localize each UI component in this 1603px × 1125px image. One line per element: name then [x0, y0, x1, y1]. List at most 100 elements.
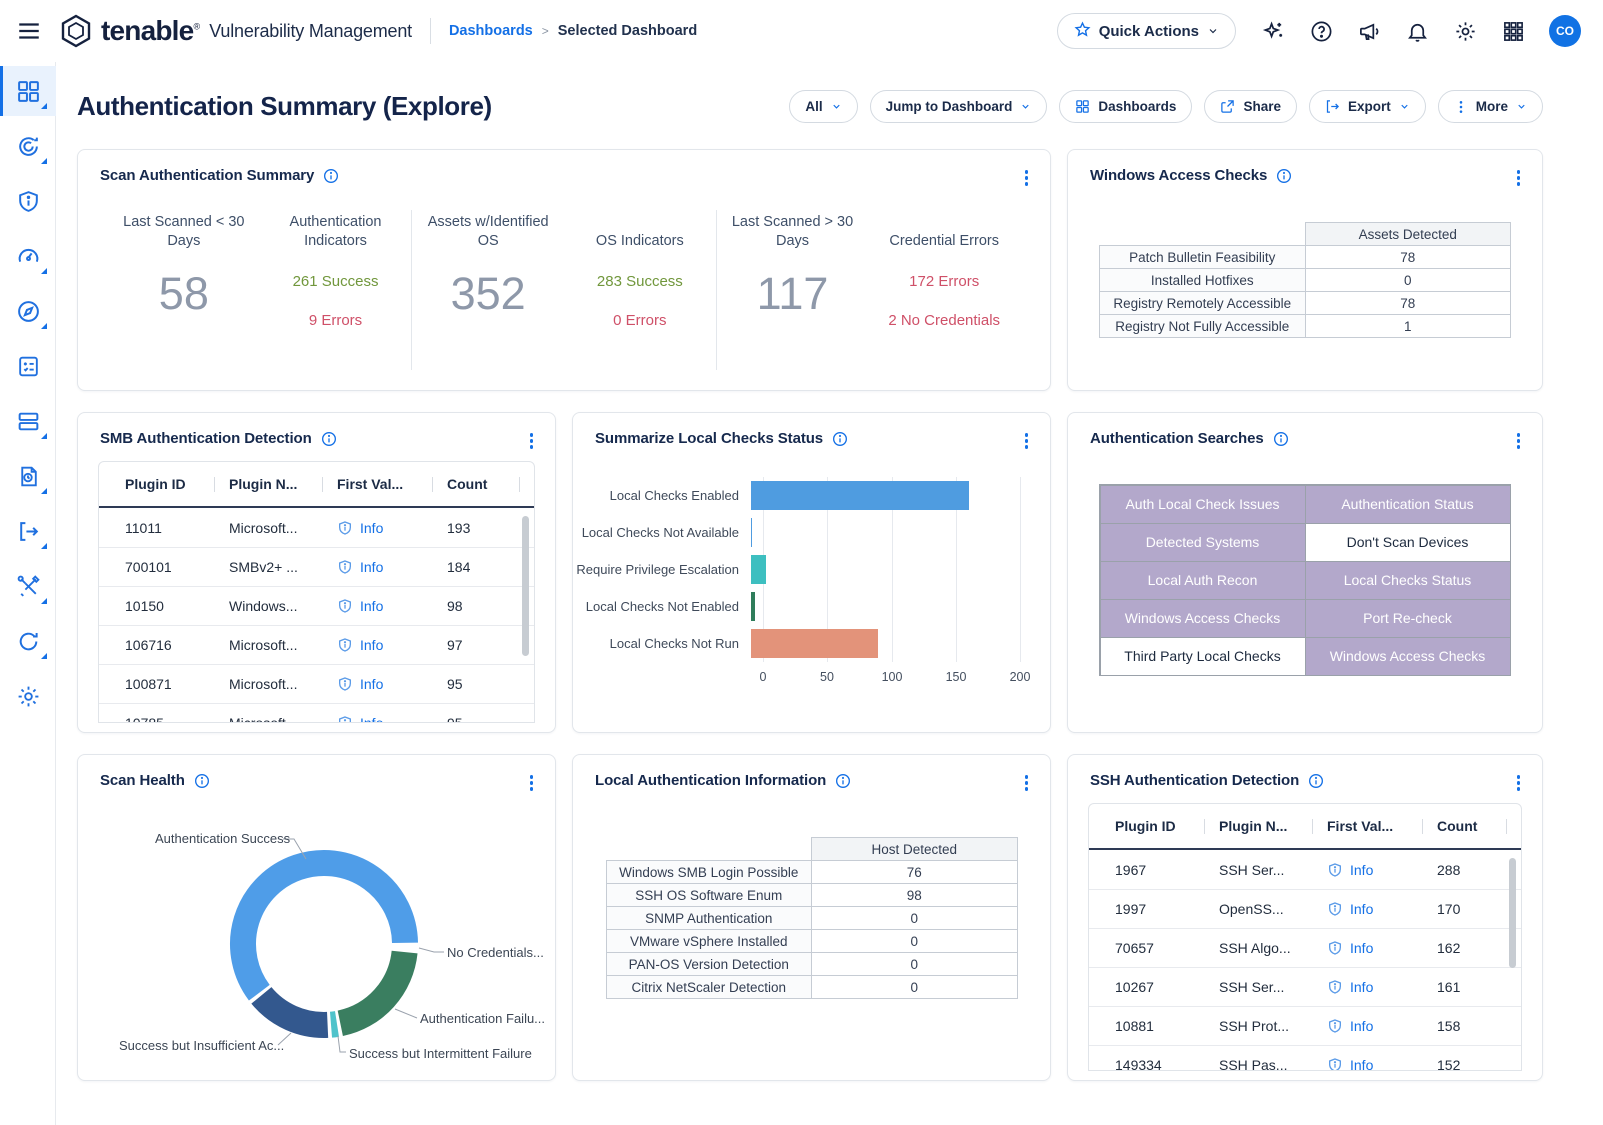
search-cell[interactable]: Authentication Status [1305, 485, 1511, 524]
bar-segment [751, 592, 755, 621]
summary-metric: Authentication Indicators261 Success9 Er… [260, 210, 413, 370]
sidebar-item-servers[interactable] [0, 396, 56, 446]
brand-name: tenable® [101, 15, 199, 47]
metric-sub-value[interactable]: 9 Errors [309, 312, 362, 329]
card-ssh-authentication-detection: SSH Authentication Detection Plugin IDPl… [1067, 754, 1543, 1081]
sparkle-icon[interactable] [1262, 20, 1285, 43]
metric-sub-value[interactable]: 283 Success [597, 273, 683, 290]
sidebar-item-export-door[interactable] [0, 506, 56, 556]
filter-all-button[interactable]: All [789, 90, 857, 123]
info-icon[interactable] [1308, 773, 1324, 789]
bell-icon[interactable] [1406, 20, 1429, 43]
search-cell[interactable]: Detected Systems [1100, 523, 1306, 562]
info-icon[interactable] [321, 431, 337, 447]
apps-grid-icon[interactable] [1502, 20, 1525, 43]
bar-category-label: Local Checks Not Run [573, 636, 751, 651]
flyout-triangle-icon [41, 323, 47, 329]
sidebar-item-compass[interactable] [0, 286, 56, 336]
info-link[interactable]: Info [337, 715, 447, 722]
export-icon [1325, 99, 1340, 114]
quick-actions-label: Quick Actions [1099, 23, 1199, 40]
search-cell[interactable]: Port Re-check [1305, 599, 1511, 638]
row-label: Citrix NetScaler Detection [606, 976, 812, 999]
kebab-menu-icon[interactable] [526, 429, 538, 453]
kebab-menu-icon[interactable] [1021, 166, 1033, 190]
jump-to-dashboard-button[interactable]: Jump to Dashboard [870, 90, 1048, 123]
info-icon[interactable] [1276, 168, 1292, 184]
sidebar-item-refresh[interactable] [0, 616, 56, 666]
sidebar-item-dashboards-grid[interactable] [0, 66, 56, 116]
info-link[interactable]: Info [1327, 901, 1437, 917]
info-link[interactable]: Info [337, 559, 447, 575]
sidebar-item-scan[interactable] [0, 121, 56, 171]
metric-sub-value[interactable]: 172 Errors [909, 273, 979, 290]
chevron-down-icon [831, 101, 842, 112]
metric-sub-value[interactable]: 261 Success [293, 273, 379, 290]
info-link[interactable]: Info [1327, 1018, 1437, 1034]
sidebar-item-report[interactable] [0, 451, 56, 501]
share-button[interactable]: Share [1204, 90, 1297, 123]
count-cell: 161 [1437, 979, 1521, 995]
kebab-menu-icon[interactable] [1021, 429, 1033, 453]
info-icon[interactable] [1273, 431, 1289, 447]
sidebar [0, 62, 56, 1125]
metric-sub-value[interactable]: 0 Errors [613, 312, 666, 329]
header-icon-group [1262, 20, 1525, 43]
plugin-table: Plugin IDPlugin N...First Val...Count196… [1088, 803, 1522, 1071]
sidebar-item-gauge[interactable] [0, 231, 56, 281]
more-button[interactable]: More [1438, 90, 1543, 123]
info-link[interactable]: Info [1327, 979, 1437, 995]
help-icon[interactable] [1310, 20, 1333, 43]
count-cell: 97 [447, 637, 534, 653]
megaphone-icon[interactable] [1358, 20, 1381, 43]
x-axis-tick: 200 [1010, 670, 1031, 684]
search-cell[interactable]: Windows Access Checks [1305, 637, 1511, 676]
info-link[interactable]: Info [1327, 1057, 1437, 1070]
info-icon[interactable] [835, 773, 851, 789]
gear-icon[interactable] [1454, 20, 1477, 43]
sidebar-item-shield-info[interactable] [0, 176, 56, 226]
scrollbar-thumb[interactable] [522, 516, 529, 656]
sidebar-item-checklist[interactable] [0, 341, 56, 391]
info-link[interactable]: Info [1327, 862, 1437, 878]
share-icon [1220, 99, 1235, 114]
export-button[interactable]: Export [1309, 90, 1426, 123]
sidebar-item-tools[interactable] [0, 561, 56, 611]
search-cell[interactable]: Local Checks Status [1305, 561, 1511, 600]
sidebar-item-settings[interactable] [0, 671, 56, 721]
search-cell[interactable]: Auth Local Check Issues [1100, 485, 1306, 524]
report-icon [16, 464, 41, 489]
breadcrumb-dashboards-link[interactable]: Dashboards [449, 23, 533, 39]
info-link[interactable]: Info [337, 676, 447, 692]
kebab-menu-icon[interactable] [1513, 771, 1525, 795]
info-link[interactable]: Info [337, 520, 447, 536]
search-cell[interactable]: Third Party Local Checks [1100, 637, 1306, 676]
tenable-logo-icon[interactable] [58, 13, 94, 49]
dashboards-button[interactable]: Dashboards [1059, 90, 1192, 123]
info-shield-icon [1327, 979, 1343, 995]
hamburger-menu-icon[interactable] [16, 18, 42, 44]
kebab-menu-icon[interactable] [1021, 771, 1033, 795]
info-link[interactable]: Info [337, 637, 447, 653]
plugin-name-cell: OpenSS... [1219, 901, 1327, 917]
search-cell[interactable]: Windows Access Checks [1100, 599, 1306, 638]
kebab-menu-icon[interactable] [1513, 166, 1525, 190]
bar-category-label: Local Checks Enabled [573, 488, 751, 503]
kebab-menu-icon[interactable] [1513, 429, 1525, 453]
table-row: 11011Microsoft...Info193 [99, 508, 534, 547]
info-link[interactable]: Info [1327, 940, 1437, 956]
info-link[interactable]: Info [337, 598, 447, 614]
metric-sub-value[interactable]: 2 No Credentials [888, 312, 1000, 329]
search-cell[interactable]: Don't Scan Devices [1305, 523, 1511, 562]
scrollbar-thumb[interactable] [1509, 858, 1516, 968]
info-icon[interactable] [832, 431, 848, 447]
avatar[interactable]: CO [1549, 15, 1581, 47]
column-header: Plugin N... [1219, 818, 1327, 834]
bar-row: Local Checks Not Available [573, 514, 1050, 551]
quick-actions-button[interactable]: Quick Actions [1057, 13, 1236, 49]
gauge-icon [16, 244, 41, 269]
search-cell[interactable]: Local Auth Recon [1100, 561, 1306, 600]
count-cell: 95 [447, 715, 534, 722]
label-leader-line [419, 948, 444, 952]
info-icon[interactable] [323, 168, 339, 184]
